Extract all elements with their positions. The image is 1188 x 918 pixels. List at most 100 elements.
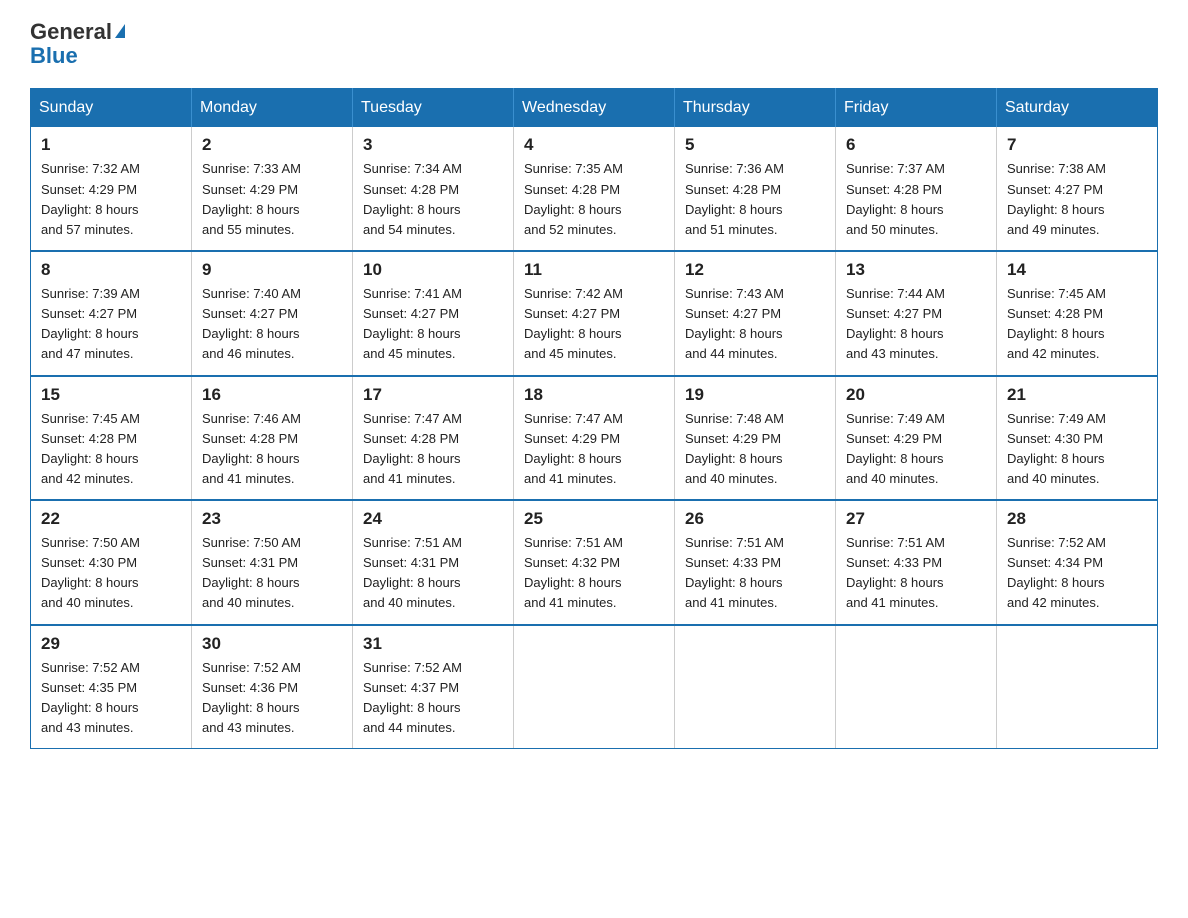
day-number: 7 xyxy=(1007,135,1147,155)
calendar-cell xyxy=(836,625,997,749)
calendar-header-tuesday: Tuesday xyxy=(353,89,514,128)
calendar-cell: 15 Sunrise: 7:45 AMSunset: 4:28 PMDaylig… xyxy=(31,376,192,501)
calendar-cell: 16 Sunrise: 7:46 AMSunset: 4:28 PMDaylig… xyxy=(192,376,353,501)
calendar-cell: 22 Sunrise: 7:50 AMSunset: 4:30 PMDaylig… xyxy=(31,500,192,625)
day-info: Sunrise: 7:51 AMSunset: 4:32 PMDaylight:… xyxy=(524,533,664,614)
calendar-cell: 17 Sunrise: 7:47 AMSunset: 4:28 PMDaylig… xyxy=(353,376,514,501)
calendar-cell: 23 Sunrise: 7:50 AMSunset: 4:31 PMDaylig… xyxy=(192,500,353,625)
calendar-cell: 6 Sunrise: 7:37 AMSunset: 4:28 PMDayligh… xyxy=(836,127,997,251)
day-number: 9 xyxy=(202,260,342,280)
calendar-cell: 19 Sunrise: 7:48 AMSunset: 4:29 PMDaylig… xyxy=(675,376,836,501)
calendar-cell: 10 Sunrise: 7:41 AMSunset: 4:27 PMDaylig… xyxy=(353,251,514,376)
day-number: 8 xyxy=(41,260,181,280)
day-info: Sunrise: 7:45 AMSunset: 4:28 PMDaylight:… xyxy=(1007,284,1147,365)
day-number: 19 xyxy=(685,385,825,405)
day-number: 21 xyxy=(1007,385,1147,405)
day-number: 22 xyxy=(41,509,181,529)
calendar-cell: 27 Sunrise: 7:51 AMSunset: 4:33 PMDaylig… xyxy=(836,500,997,625)
day-number: 16 xyxy=(202,385,342,405)
day-info: Sunrise: 7:42 AMSunset: 4:27 PMDaylight:… xyxy=(524,284,664,365)
day-info: Sunrise: 7:40 AMSunset: 4:27 PMDaylight:… xyxy=(202,284,342,365)
day-info: Sunrise: 7:45 AMSunset: 4:28 PMDaylight:… xyxy=(41,409,181,490)
day-number: 27 xyxy=(846,509,986,529)
calendar-week-row: 8 Sunrise: 7:39 AMSunset: 4:27 PMDayligh… xyxy=(31,251,1158,376)
day-number: 2 xyxy=(202,135,342,155)
day-info: Sunrise: 7:34 AMSunset: 4:28 PMDaylight:… xyxy=(363,159,503,240)
day-number: 26 xyxy=(685,509,825,529)
day-number: 1 xyxy=(41,135,181,155)
calendar-week-row: 22 Sunrise: 7:50 AMSunset: 4:30 PMDaylig… xyxy=(31,500,1158,625)
calendar-cell: 14 Sunrise: 7:45 AMSunset: 4:28 PMDaylig… xyxy=(997,251,1158,376)
calendar-cell: 4 Sunrise: 7:35 AMSunset: 4:28 PMDayligh… xyxy=(514,127,675,251)
day-info: Sunrise: 7:37 AMSunset: 4:28 PMDaylight:… xyxy=(846,159,986,240)
calendar-cell: 13 Sunrise: 7:44 AMSunset: 4:27 PMDaylig… xyxy=(836,251,997,376)
logo-general-text: General xyxy=(30,19,112,44)
day-info: Sunrise: 7:47 AMSunset: 4:28 PMDaylight:… xyxy=(363,409,503,490)
calendar-week-row: 15 Sunrise: 7:45 AMSunset: 4:28 PMDaylig… xyxy=(31,376,1158,501)
day-info: Sunrise: 7:51 AMSunset: 4:33 PMDaylight:… xyxy=(685,533,825,614)
calendar-cell: 11 Sunrise: 7:42 AMSunset: 4:27 PMDaylig… xyxy=(514,251,675,376)
calendar-cell: 25 Sunrise: 7:51 AMSunset: 4:32 PMDaylig… xyxy=(514,500,675,625)
calendar-cell: 9 Sunrise: 7:40 AMSunset: 4:27 PMDayligh… xyxy=(192,251,353,376)
calendar-cell: 7 Sunrise: 7:38 AMSunset: 4:27 PMDayligh… xyxy=(997,127,1158,251)
day-number: 12 xyxy=(685,260,825,280)
calendar-header-row: SundayMondayTuesdayWednesdayThursdayFrid… xyxy=(31,89,1158,128)
day-number: 17 xyxy=(363,385,503,405)
calendar-cell: 29 Sunrise: 7:52 AMSunset: 4:35 PMDaylig… xyxy=(31,625,192,749)
day-info: Sunrise: 7:52 AMSunset: 4:34 PMDaylight:… xyxy=(1007,533,1147,614)
day-number: 14 xyxy=(1007,260,1147,280)
page-header: General Blue xyxy=(30,20,1158,68)
calendar-header-thursday: Thursday xyxy=(675,89,836,128)
day-number: 6 xyxy=(846,135,986,155)
calendar-cell: 8 Sunrise: 7:39 AMSunset: 4:27 PMDayligh… xyxy=(31,251,192,376)
calendar-cell: 26 Sunrise: 7:51 AMSunset: 4:33 PMDaylig… xyxy=(675,500,836,625)
day-info: Sunrise: 7:52 AMSunset: 4:37 PMDaylight:… xyxy=(363,658,503,739)
day-number: 11 xyxy=(524,260,664,280)
day-info: Sunrise: 7:50 AMSunset: 4:30 PMDaylight:… xyxy=(41,533,181,614)
day-info: Sunrise: 7:48 AMSunset: 4:29 PMDaylight:… xyxy=(685,409,825,490)
day-info: Sunrise: 7:47 AMSunset: 4:29 PMDaylight:… xyxy=(524,409,664,490)
day-info: Sunrise: 7:38 AMSunset: 4:27 PMDaylight:… xyxy=(1007,159,1147,240)
day-info: Sunrise: 7:51 AMSunset: 4:33 PMDaylight:… xyxy=(846,533,986,614)
calendar-header-saturday: Saturday xyxy=(997,89,1158,128)
day-info: Sunrise: 7:46 AMSunset: 4:28 PMDaylight:… xyxy=(202,409,342,490)
calendar-cell xyxy=(997,625,1158,749)
calendar-header-wednesday: Wednesday xyxy=(514,89,675,128)
calendar-cell: 3 Sunrise: 7:34 AMSunset: 4:28 PMDayligh… xyxy=(353,127,514,251)
day-info: Sunrise: 7:35 AMSunset: 4:28 PMDaylight:… xyxy=(524,159,664,240)
day-number: 3 xyxy=(363,135,503,155)
day-number: 18 xyxy=(524,385,664,405)
day-info: Sunrise: 7:52 AMSunset: 4:36 PMDaylight:… xyxy=(202,658,342,739)
logo-blue-text: Blue xyxy=(30,44,125,68)
logo-triangle-icon xyxy=(115,24,125,38)
calendar-cell: 18 Sunrise: 7:47 AMSunset: 4:29 PMDaylig… xyxy=(514,376,675,501)
calendar-header-friday: Friday xyxy=(836,89,997,128)
day-number: 15 xyxy=(41,385,181,405)
day-number: 29 xyxy=(41,634,181,654)
day-number: 30 xyxy=(202,634,342,654)
day-info: Sunrise: 7:43 AMSunset: 4:27 PMDaylight:… xyxy=(685,284,825,365)
logo: General Blue xyxy=(30,20,125,68)
calendar-cell: 28 Sunrise: 7:52 AMSunset: 4:34 PMDaylig… xyxy=(997,500,1158,625)
calendar-header-monday: Monday xyxy=(192,89,353,128)
day-number: 28 xyxy=(1007,509,1147,529)
day-info: Sunrise: 7:49 AMSunset: 4:30 PMDaylight:… xyxy=(1007,409,1147,490)
day-number: 20 xyxy=(846,385,986,405)
calendar-cell: 2 Sunrise: 7:33 AMSunset: 4:29 PMDayligh… xyxy=(192,127,353,251)
day-number: 13 xyxy=(846,260,986,280)
day-info: Sunrise: 7:50 AMSunset: 4:31 PMDaylight:… xyxy=(202,533,342,614)
calendar-cell: 20 Sunrise: 7:49 AMSunset: 4:29 PMDaylig… xyxy=(836,376,997,501)
calendar-cell: 21 Sunrise: 7:49 AMSunset: 4:30 PMDaylig… xyxy=(997,376,1158,501)
day-info: Sunrise: 7:49 AMSunset: 4:29 PMDaylight:… xyxy=(846,409,986,490)
calendar-table: SundayMondayTuesdayWednesdayThursdayFrid… xyxy=(30,88,1158,749)
day-info: Sunrise: 7:51 AMSunset: 4:31 PMDaylight:… xyxy=(363,533,503,614)
calendar-cell: 31 Sunrise: 7:52 AMSunset: 4:37 PMDaylig… xyxy=(353,625,514,749)
calendar-cell xyxy=(514,625,675,749)
calendar-cell: 1 Sunrise: 7:32 AMSunset: 4:29 PMDayligh… xyxy=(31,127,192,251)
calendar-cell xyxy=(675,625,836,749)
day-info: Sunrise: 7:32 AMSunset: 4:29 PMDaylight:… xyxy=(41,159,181,240)
calendar-cell: 5 Sunrise: 7:36 AMSunset: 4:28 PMDayligh… xyxy=(675,127,836,251)
day-info: Sunrise: 7:36 AMSunset: 4:28 PMDaylight:… xyxy=(685,159,825,240)
day-number: 31 xyxy=(363,634,503,654)
calendar-cell: 30 Sunrise: 7:52 AMSunset: 4:36 PMDaylig… xyxy=(192,625,353,749)
